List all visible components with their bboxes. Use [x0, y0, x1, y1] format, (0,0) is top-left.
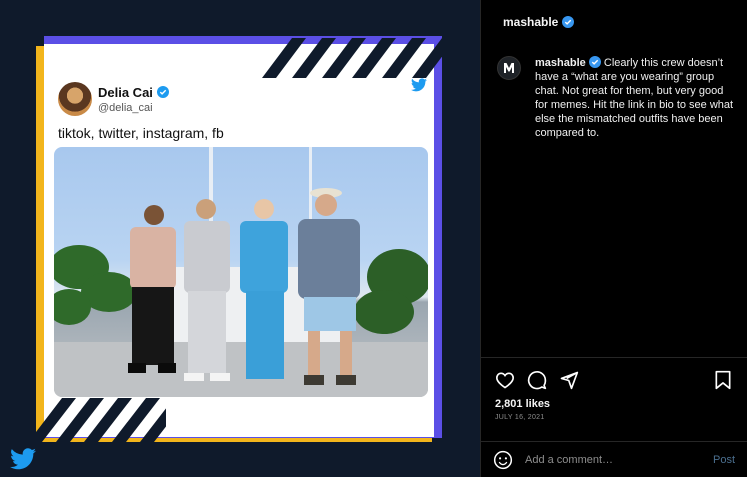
caption-text-block: mashable Clearly this crew doesn’t have … [535, 56, 735, 140]
caption-username[interactable]: mashable [535, 57, 586, 69]
comment-bar: Post [481, 441, 747, 477]
like-count[interactable]: 2,801 likes [495, 398, 550, 410]
mashable-logo-icon [504, 63, 514, 73]
comment-input[interactable] [525, 453, 713, 466]
diagonal-stripes-top [262, 38, 442, 78]
twitter-bird-icon [411, 78, 427, 92]
verified-badge-icon [588, 56, 601, 68]
action-buttons [495, 370, 579, 390]
tweet-handle: @delia_cai [98, 101, 153, 114]
tweet-header: Delia Cai @delia_cai [58, 82, 169, 116]
caption: mashable Clearly this crew doesn’t have … [481, 44, 747, 140]
instagram-post-view: Delia Cai @delia_cai tiktok, twitter, in… [0, 0, 747, 477]
diagonal-stripes-bottom [36, 398, 166, 442]
comment-icon[interactable] [527, 370, 547, 390]
twitter-bird-icon [10, 448, 36, 470]
post-button[interactable]: Post [713, 454, 735, 466]
avatar [58, 82, 92, 116]
person-2 [184, 199, 230, 381]
post-sidebar: mashable mashable Clearly this crew does… [480, 0, 747, 477]
heart-icon[interactable] [495, 370, 515, 390]
verified-badge-icon [156, 86, 169, 98]
header-username[interactable]: mashable [503, 15, 558, 29]
tweet-photo [54, 147, 428, 397]
avatar[interactable] [497, 56, 521, 80]
bookmark-icon[interactable] [713, 370, 733, 390]
post-media: Delia Cai @delia_cai tiktok, twitter, in… [0, 0, 480, 477]
tweet-text: tiktok, twitter, instagram, fb [58, 125, 224, 141]
emoji-icon[interactable] [493, 450, 513, 470]
post-date: JULY 16, 2021 [495, 414, 545, 421]
caption-text: Clearly this crew doesn’t have a “what a… [535, 57, 734, 139]
verified-badge-icon [562, 16, 575, 28]
person-3 [240, 199, 288, 379]
post-header: mashable [481, 0, 747, 44]
share-icon[interactable] [559, 370, 579, 390]
tweet-display-name: Delia Cai [98, 84, 153, 100]
person-1 [128, 205, 176, 373]
people-photo-illustration [54, 147, 428, 397]
action-section: 2,801 likes JULY 16, 2021 [481, 357, 747, 449]
